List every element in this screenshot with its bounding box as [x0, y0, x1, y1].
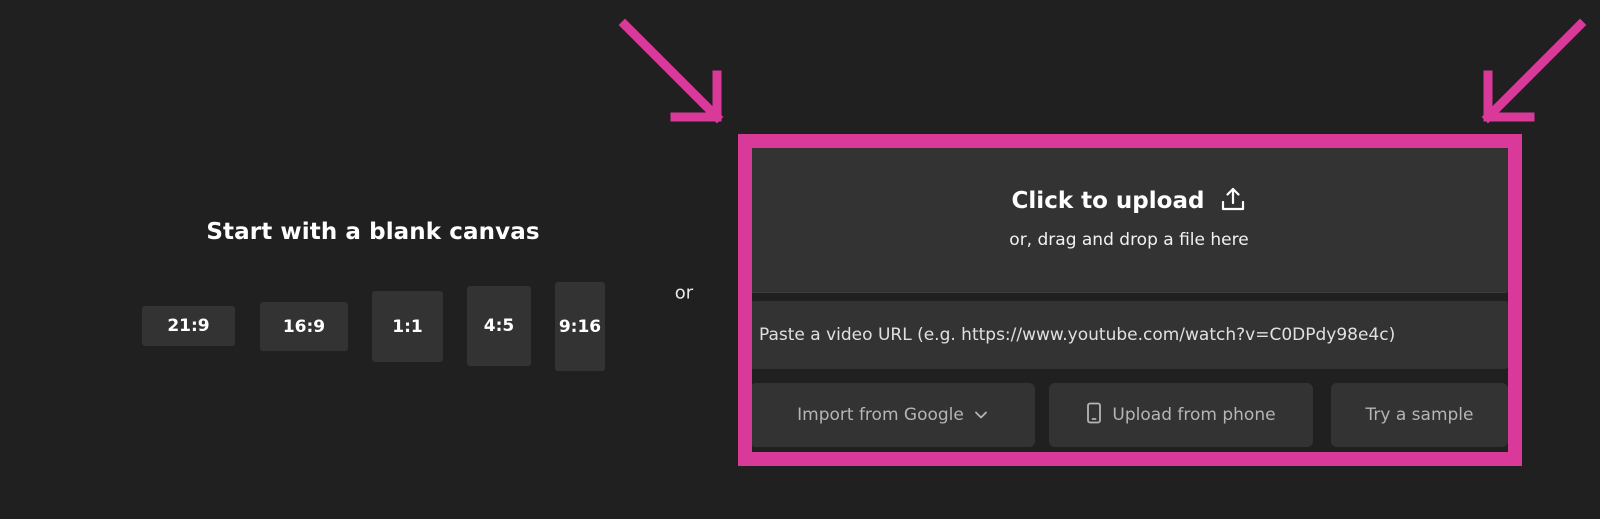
- ratio-button-21-9[interactable]: 21:9: [142, 306, 235, 346]
- upload-from-phone-button[interactable]: Upload from phone: [1049, 383, 1313, 447]
- ratio-button-4-5[interactable]: 4:5: [467, 286, 531, 366]
- arrow-right-icon: [1481, 18, 1587, 124]
- import-from-google-label: Import from Google: [797, 405, 964, 425]
- video-url-input[interactable]: [750, 301, 1508, 369]
- upload-icon: [1220, 186, 1246, 216]
- blank-canvas-title: Start with a blank canvas: [206, 219, 540, 245]
- import-from-google-button[interactable]: Import from Google: [750, 383, 1035, 447]
- upload-from-phone-label: Upload from phone: [1112, 405, 1276, 425]
- upload-dropzone[interactable]: Click to upload or, drag and drop a file…: [750, 146, 1508, 293]
- upload-title: Click to upload: [1011, 188, 1205, 214]
- arrow-left-icon: [618, 18, 724, 124]
- try-sample-label: Try a sample: [1365, 405, 1474, 425]
- try-sample-button[interactable]: Try a sample: [1331, 383, 1508, 447]
- phone-icon: [1086, 402, 1102, 429]
- chevron-down-icon: [974, 405, 988, 425]
- ratio-button-1-1[interactable]: 1:1: [372, 291, 443, 362]
- ratio-button-9-16[interactable]: 9:16: [555, 282, 605, 371]
- upload-subtitle: or, drag and drop a file here: [1009, 230, 1249, 250]
- ratio-button-16-9[interactable]: 16:9: [260, 302, 348, 351]
- or-separator: or: [674, 282, 694, 304]
